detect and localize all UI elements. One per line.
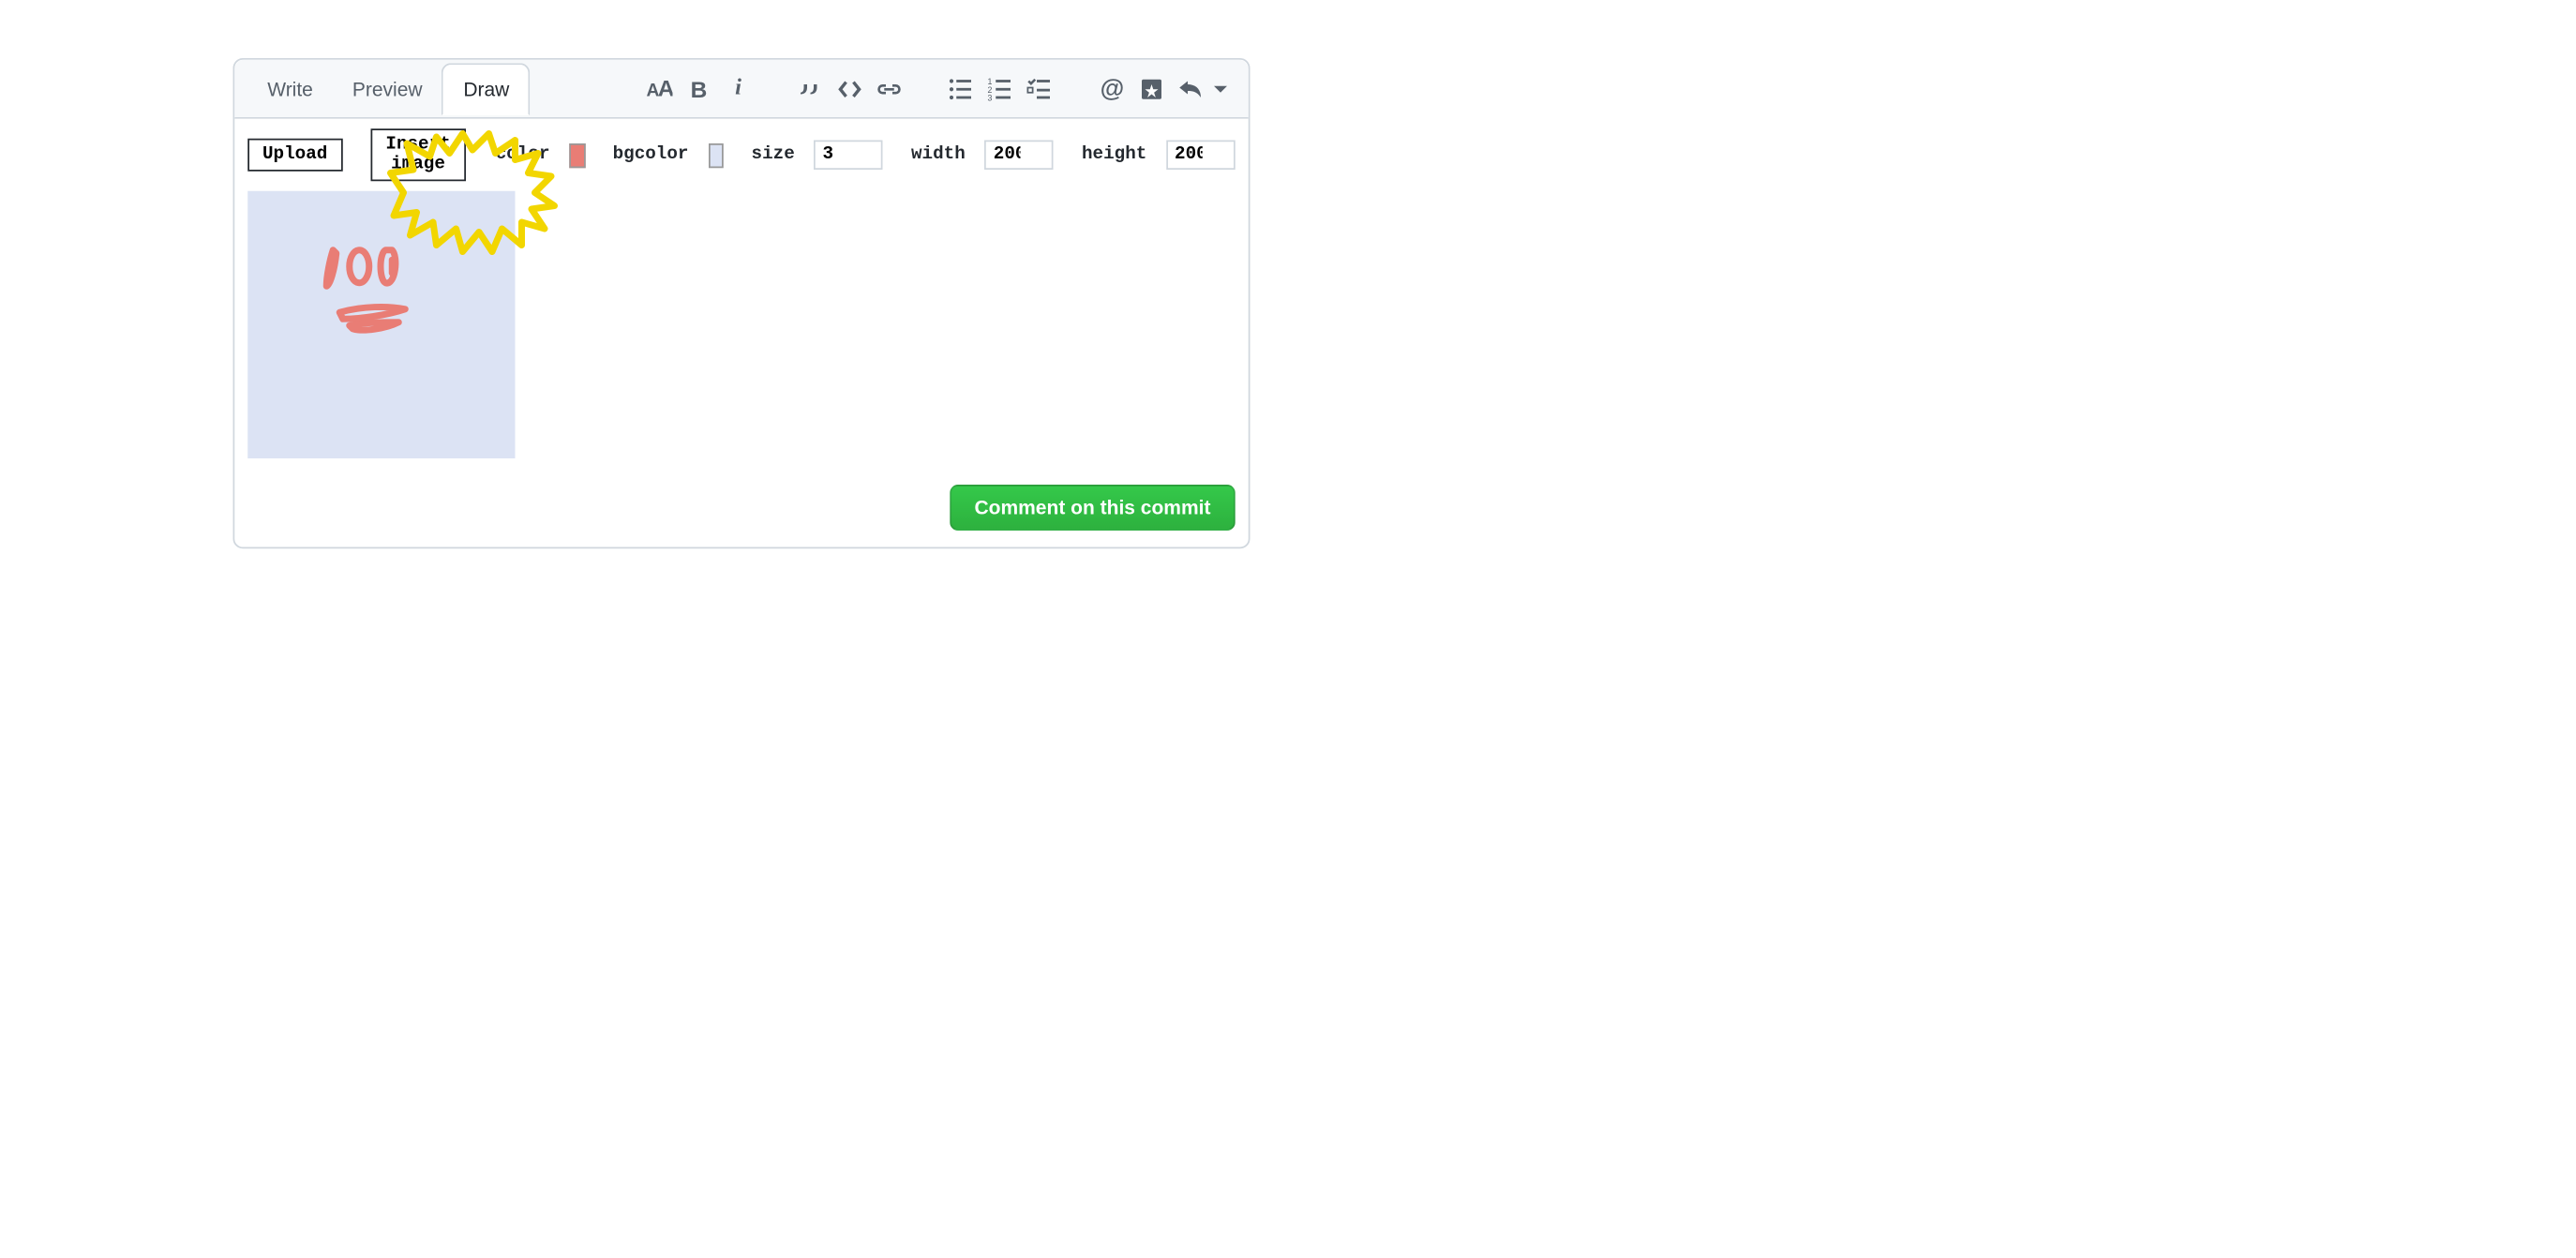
tab-draw[interactable]: Draw (442, 63, 532, 115)
code-icon[interactable] (831, 70, 868, 107)
height-label: height (1082, 145, 1146, 165)
color-label: color (496, 145, 550, 165)
quote-icon[interactable] (792, 70, 829, 107)
comment-submit-button[interactable]: Comment on this commit (950, 485, 1236, 531)
heading-icon[interactable]: AA (641, 70, 678, 107)
task-list-icon[interactable] (1022, 70, 1058, 107)
unordered-list-icon[interactable] (943, 70, 980, 107)
drawing-canvas[interactable] (247, 191, 515, 458)
bgcolor-label: bgcolor (613, 145, 689, 165)
svg-text:A: A (658, 75, 673, 100)
height-input[interactable] (1166, 141, 1236, 171)
markdown-toolbar: AA B i (641, 70, 1236, 107)
comment-editor: Write Preview Draw AA B i (233, 58, 1251, 548)
tab-write[interactable]: Write (247, 64, 333, 113)
caret-down-icon[interactable] (1212, 70, 1229, 107)
saved-reply-icon[interactable] (1133, 70, 1170, 107)
bold-icon[interactable]: B (681, 70, 717, 107)
width-label: width (911, 145, 966, 165)
editor-tabbar: Write Preview Draw AA B i (234, 60, 1249, 119)
drawing-content (313, 240, 444, 371)
italic-icon[interactable]: i (720, 70, 756, 107)
ordered-list-icon[interactable]: 123 (982, 70, 1019, 107)
size-input[interactable] (815, 141, 884, 171)
width-input[interactable] (985, 141, 1055, 171)
upload-button[interactable]: Upload (247, 139, 342, 172)
size-label: size (752, 145, 795, 165)
canvas-area (234, 191, 1249, 472)
draw-toolbar: Upload Insert image color bgcolor size w… (234, 119, 1249, 191)
tab-preview[interactable]: Preview (333, 64, 442, 113)
mention-icon[interactable]: @ (1094, 70, 1131, 107)
insert-image-button[interactable]: Insert image (371, 128, 466, 181)
submit-row: Comment on this commit (234, 472, 1249, 547)
bgcolor-swatch[interactable] (708, 142, 723, 167)
link-icon[interactable] (871, 70, 907, 107)
color-swatch[interactable] (570, 142, 585, 167)
reply-icon[interactable] (1173, 70, 1209, 107)
svg-text:3: 3 (988, 93, 993, 102)
